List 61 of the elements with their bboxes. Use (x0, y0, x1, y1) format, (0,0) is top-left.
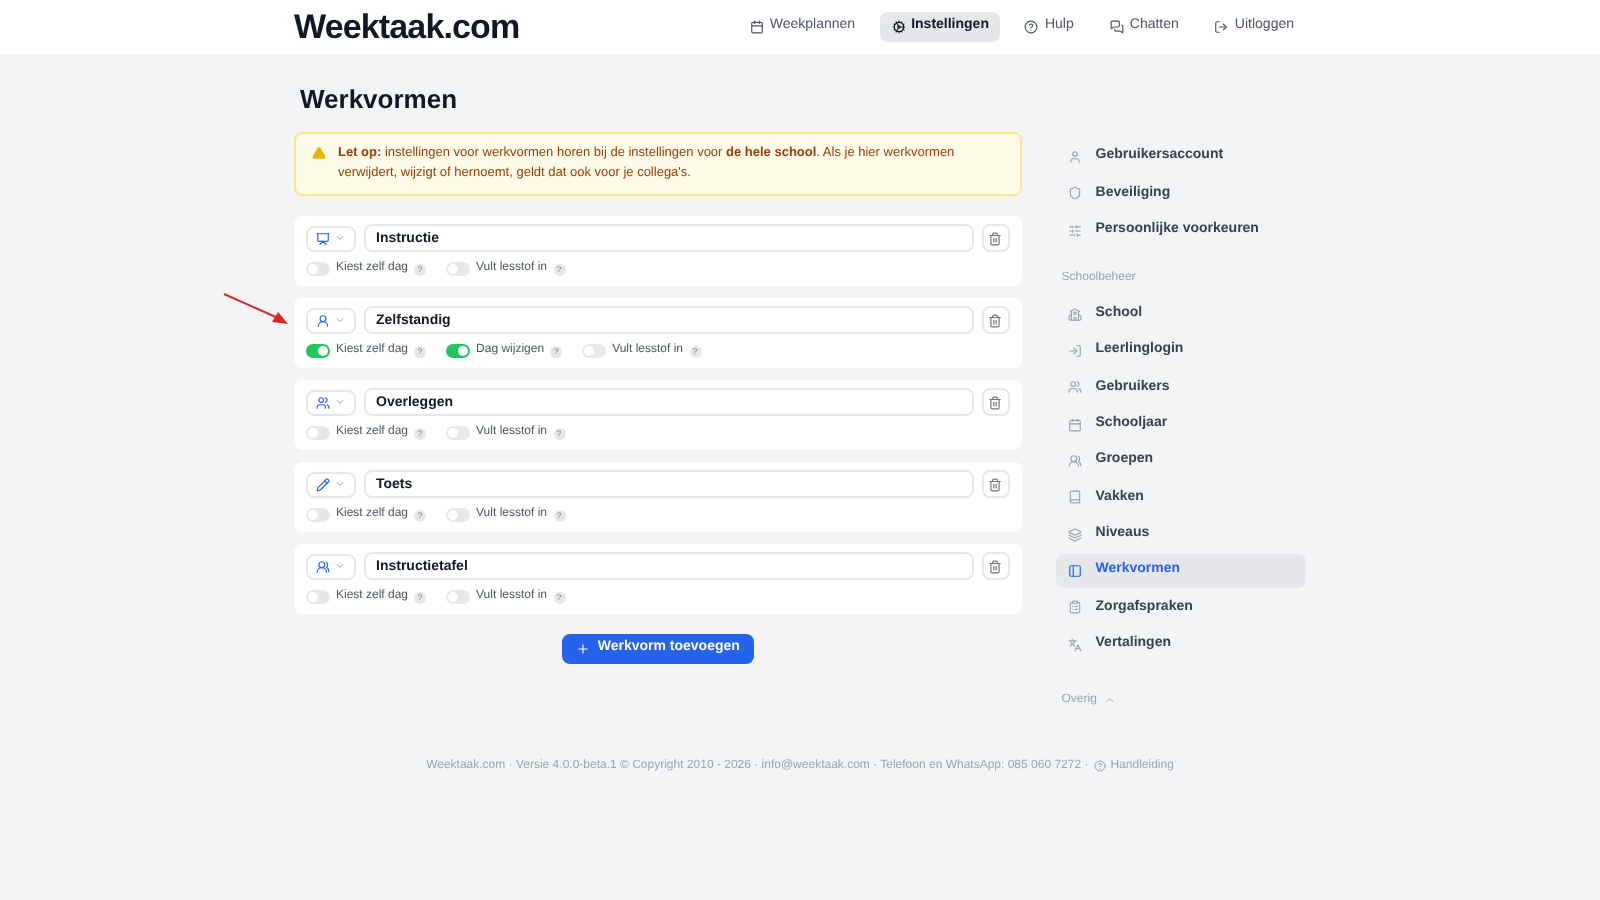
icon-dropdown[interactable] (306, 553, 356, 579)
sliders-icon (1067, 223, 1082, 238)
toggle-switch[interactable] (306, 344, 330, 358)
calendar-icon (1067, 417, 1082, 432)
toggle-switch[interactable] (306, 262, 330, 276)
cogs-icon (891, 20, 906, 34)
book-icon (1067, 490, 1082, 505)
toggle-switch[interactable] (306, 590, 330, 604)
school-icon (1067, 307, 1082, 322)
user-icon (1067, 150, 1082, 164)
delete-button[interactable] (981, 306, 1010, 334)
icon-dropdown[interactable] (306, 389, 356, 415)
group-icon (1067, 454, 1082, 469)
logout-icon (1214, 20, 1229, 34)
chevron-up-icon (1104, 694, 1117, 707)
trash-icon (988, 559, 1003, 573)
chevron-icon (334, 232, 346, 244)
help-icon (1094, 760, 1107, 773)
toggle-switch[interactable] (306, 426, 330, 440)
panel-icon (1067, 563, 1082, 578)
person-icon (316, 313, 330, 327)
delete-button[interactable] (981, 552, 1010, 580)
trash-icon (988, 477, 1003, 491)
icon-dropdown[interactable] (306, 225, 356, 251)
toggle-switch[interactable] (446, 344, 471, 358)
group-icon (316, 559, 330, 573)
delete-button[interactable] (981, 470, 1010, 498)
toggle-switch[interactable] (446, 262, 471, 276)
logo[interactable]: Weektaak.com (294, 1, 520, 53)
chevron-icon (334, 478, 346, 490)
toggle-switch[interactable] (446, 590, 471, 604)
plus-icon (575, 642, 590, 656)
trash-icon (988, 313, 1003, 327)
help-icon (1024, 20, 1039, 34)
board-icon (316, 231, 330, 245)
icon-dropdown[interactable] (306, 471, 356, 497)
toggle-switch[interactable] (446, 426, 471, 440)
toggle-switch[interactable] (306, 508, 330, 522)
languages-icon (1067, 637, 1082, 652)
pen-icon (316, 477, 330, 491)
trash-icon (988, 231, 1003, 245)
chevron-icon (334, 314, 346, 326)
toggle-switch[interactable] (446, 508, 471, 522)
delete-button[interactable] (981, 388, 1010, 416)
arrow-drawing (222, 292, 290, 328)
warning-icon (312, 146, 326, 160)
trash-icon (988, 395, 1003, 409)
page-title: Werkvormen (300, 82, 460, 118)
chevron-icon (334, 396, 346, 408)
chat-icon (1109, 20, 1124, 34)
chevron-icon (334, 560, 346, 572)
clipboard-icon (1067, 600, 1082, 615)
login-icon (1067, 344, 1082, 359)
shield-icon (1067, 186, 1082, 201)
calendar-icon (749, 20, 764, 34)
delete-button[interactable] (981, 224, 1010, 252)
toggle-switch[interactable] (582, 344, 607, 358)
layers-icon (1067, 527, 1082, 542)
pair-icon (316, 395, 330, 409)
users-icon (1067, 380, 1082, 395)
icon-dropdown[interactable] (306, 307, 356, 333)
